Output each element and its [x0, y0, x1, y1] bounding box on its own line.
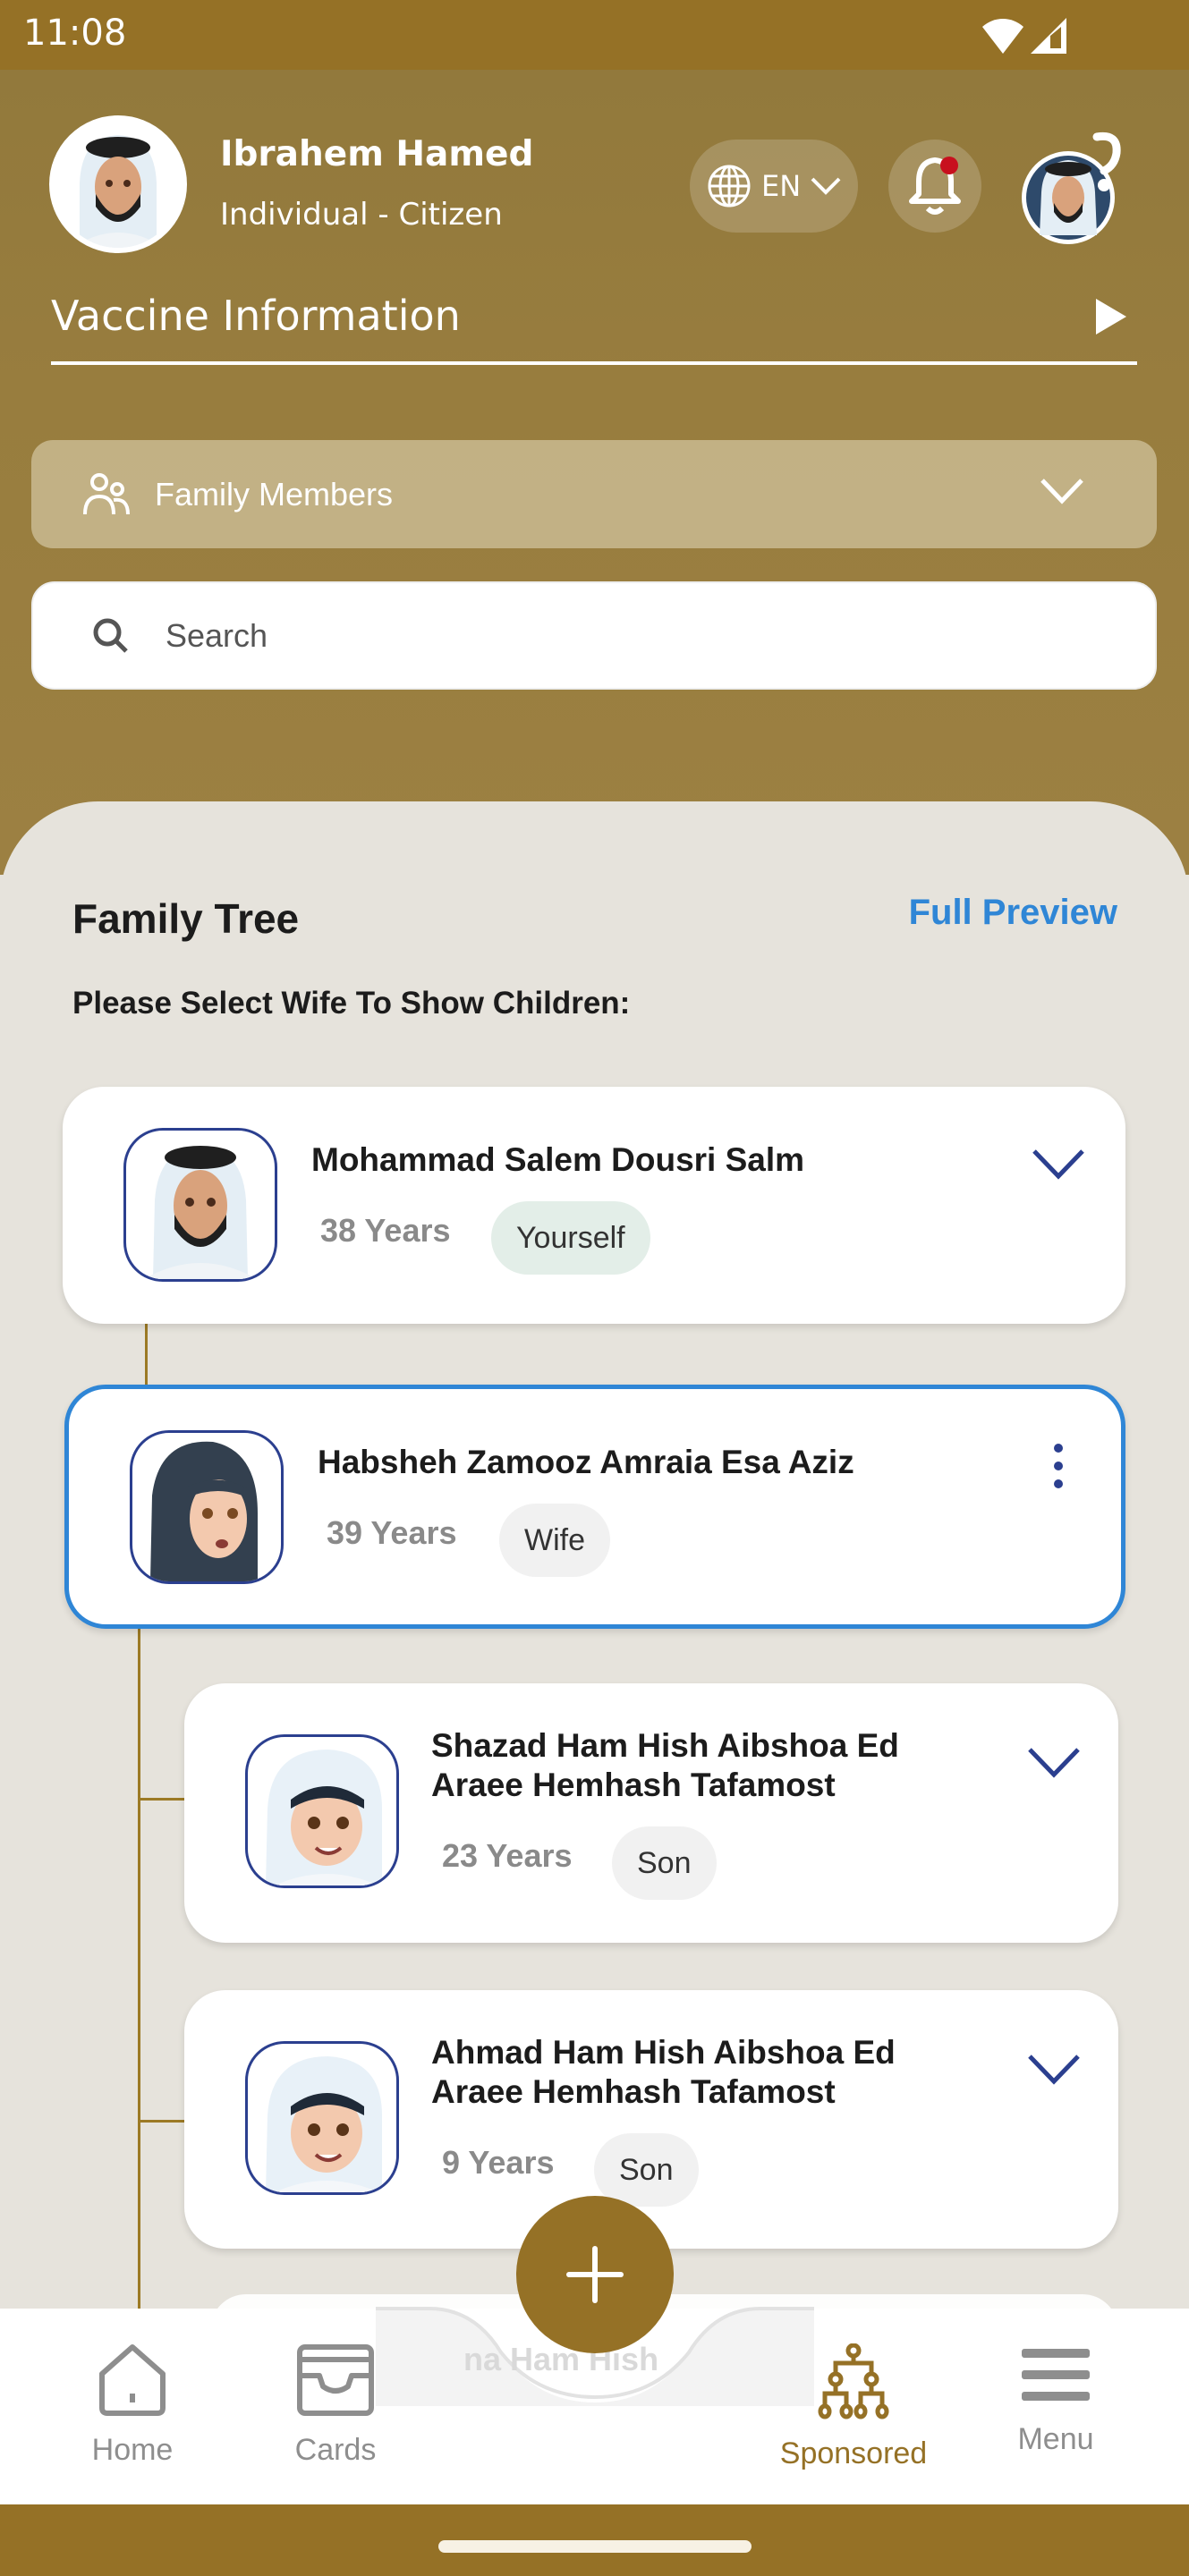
child-name-line: Ahmad Ham Hish Aibshoa Ed [431, 2034, 896, 2071]
assistant-avatar-icon [1022, 131, 1121, 244]
family-member-card-selected[interactable]: Habsheh Zamooz Amraia Esa Aziz 39 Years … [64, 1385, 1125, 1629]
help-assistant-button[interactable] [1018, 130, 1127, 246]
relation-badge: Son [612, 1826, 717, 1900]
full-preview-link[interactable]: Full Preview [909, 893, 1117, 933]
partially-hidden-text: na Ham Hish [463, 2341, 659, 2377]
user-avatar[interactable] [49, 115, 187, 253]
more-options-button[interactable] [1023, 1430, 1094, 1502]
tree-connector-line [138, 2120, 184, 2123]
child-card[interactable]: Ahmad Ham Hish Aibshoa Ed Araee Hemhash … [184, 1990, 1118, 2249]
chevron-down-icon [1040, 479, 1083, 504]
more-vertical-icon [1054, 1444, 1063, 1488]
boy-avatar-icon [266, 1750, 382, 1885]
child-name-line: Araee Hemhash Tafamost [431, 2073, 836, 2110]
search-input[interactable] [166, 616, 1060, 655]
tree-connector-line [138, 1629, 140, 2309]
language-selector[interactable]: EN [690, 140, 858, 233]
nav-label: Menu [1017, 2422, 1094, 2456]
nav-sponsored[interactable]: Sponsored [773, 2343, 934, 2478]
tree-connector-line [145, 1324, 148, 1385]
child-age: 23 Years [442, 1837, 573, 1874]
bell-icon [909, 157, 961, 215]
chevron-down-icon [1028, 1748, 1080, 1778]
notification-dot [940, 157, 958, 174]
expand-button[interactable] [1023, 1128, 1094, 1199]
child-name-line: Shazad Ham Hish Aibshoa Ed [431, 1727, 899, 1764]
select-wife-instruction: Please Select Wife To Show Children: [72, 986, 631, 1021]
relation-badge: Yourself [491, 1201, 650, 1275]
users-icon [83, 472, 130, 514]
family-tree-title: Family Tree [72, 895, 300, 942]
man-avatar-icon [144, 1146, 257, 1279]
nav-home[interactable]: Home [52, 2343, 213, 2478]
wifi-icon [982, 19, 1023, 54]
search-field[interactable] [31, 581, 1157, 690]
nav-menu[interactable]: Menu [975, 2343, 1136, 2478]
nav-label: Home [91, 2433, 174, 2467]
family-members-dropdown[interactable]: Family Members [31, 440, 1157, 548]
home-gesture-handle[interactable] [438, 2540, 752, 2553]
member-photo [130, 1430, 284, 1584]
home-icon [99, 2344, 166, 2416]
nav-label: Sponsored [779, 2436, 928, 2470]
vaccine-information-link[interactable]: Vaccine Information [51, 284, 1137, 365]
play-arrow-icon [1096, 299, 1126, 335]
cell-signal-icon [1031, 18, 1066, 54]
status-bar: 11:08 [0, 0, 1189, 70]
nav-label: Cards [294, 2433, 377, 2467]
expand-button[interactable] [1018, 2033, 1090, 2105]
chevron-down-icon [811, 177, 841, 195]
family-tree-icon [818, 2343, 889, 2419]
child-name-line: Araee Hemhash Tafamost [431, 1767, 836, 1803]
status-time: 11:08 [23, 13, 127, 54]
search-icon [93, 618, 128, 653]
child-card[interactable]: Shazad Ham Hish Aibshoa Ed Araee Hemhash… [184, 1683, 1118, 1943]
globe-icon [708, 165, 751, 208]
woman-avatar-icon [150, 1441, 258, 1581]
child-name: Ahmad Ham Hish Aibshoa Ed Araee Hemhash … [431, 2033, 896, 2112]
user-name: Ibrahem Hamed [220, 134, 534, 174]
member-name: Mohammad Salem Dousri Salm [311, 1141, 805, 1178]
man-avatar-icon [55, 121, 182, 248]
child-photo [245, 2041, 399, 2195]
family-members-label: Family Members [155, 475, 394, 513]
member-photo [123, 1128, 277, 1282]
plus-icon [566, 2246, 624, 2303]
notifications-button[interactable] [888, 140, 981, 233]
expand-button[interactable] [1018, 1726, 1090, 1798]
member-age: 39 Years [327, 1514, 457, 1551]
member-name: Habsheh Zamooz Amraia Esa Aziz [318, 1444, 854, 1480]
chevron-down-icon [1032, 1149, 1084, 1180]
hamburger-menu-icon [1022, 2349, 1090, 2401]
member-age: 38 Years [320, 1212, 451, 1249]
boy-avatar-icon [266, 2056, 382, 2192]
relation-badge: Son [594, 2133, 699, 2207]
user-type: Individual - Citizen [220, 197, 503, 233]
cards-icon [297, 2344, 374, 2416]
section-title: Vaccine Information [51, 292, 461, 340]
child-name: Shazad Ham Hish Aibshoa Ed Araee Hemhash… [431, 1726, 899, 1805]
chevron-down-icon [1028, 2055, 1080, 2085]
nav-cards[interactable]: Cards [255, 2343, 416, 2478]
relation-badge: Wife [499, 1504, 610, 1577]
child-age: 9 Years [442, 2144, 555, 2181]
tree-connector-line [138, 1798, 184, 1801]
add-family-member-button[interactable] [516, 2196, 674, 2353]
child-photo [245, 1734, 399, 1888]
language-code: EN [761, 169, 802, 203]
family-member-card[interactable]: Mohammad Salem Dousri Salm 38 Years Your… [63, 1087, 1125, 1324]
